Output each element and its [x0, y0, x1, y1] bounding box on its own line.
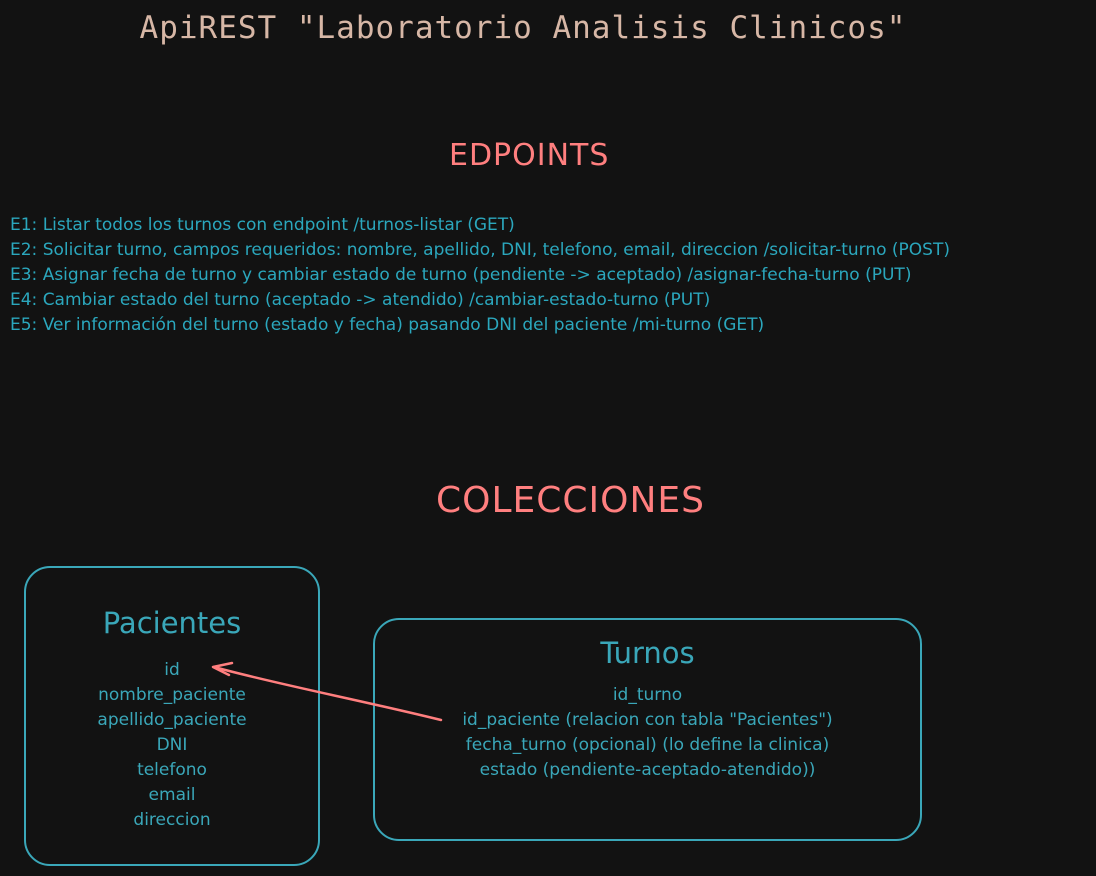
pacientes-title: Pacientes [102, 606, 242, 640]
turnos-field-id-turno: id_turno [612, 685, 683, 705]
pacientes-field-dni: DNI [156, 735, 188, 755]
pacientes-collection-box: Pacientes id nombre_paciente apellido_pa… [24, 566, 320, 866]
endpoint-item-e3: E3: Asignar fecha de turno y cambiar est… [10, 265, 912, 285]
endpoints-heading: EDPOINTS [449, 138, 610, 173]
endpoint-item-e4: E4: Cambiar estado del turno (aceptado -… [10, 290, 711, 310]
endpoint-item-e2: E2: Solicitar turno, campos requeridos: … [10, 240, 950, 260]
pacientes-field-email: email [148, 785, 196, 805]
pacientes-field-direccion: direccion [133, 810, 211, 830]
collections-heading: COLECCIONES [436, 480, 706, 521]
endpoint-item-e1: E1: Listar todos los turnos con endpoint… [10, 215, 515, 235]
turnos-field-estado: estado (pendiente-aceptado-atendido)) [479, 760, 816, 780]
page-title: ApiREST "Laboratorio Analisis Clinicos" [0, 10, 1096, 46]
pacientes-field-telefono: telefono [137, 760, 207, 780]
pacientes-field-id: id [164, 660, 180, 680]
turnos-field-fecha-turno: fecha_turno (opcional) (lo define la cli… [465, 735, 830, 755]
endpoints-list: E1: Listar todos los turnos con endpoint… [10, 213, 950, 338]
turnos-title: Turnos [600, 636, 695, 670]
pacientes-field-nombre: nombre_paciente [98, 685, 246, 705]
pacientes-fields: id nombre_paciente apellido_paciente DNI… [26, 658, 318, 833]
pacientes-field-apellido: apellido_paciente [97, 710, 247, 730]
turnos-field-id-paciente: id_paciente (relacion con tabla "Pacient… [462, 710, 833, 730]
turnos-collection-box: Turnos id_turno id_paciente (relacion co… [373, 618, 922, 841]
page-title-text: ApiREST "Laboratorio Analisis Clinicos" [139, 10, 907, 46]
turnos-fields: id_turno id_paciente (relacion con tabla… [375, 683, 920, 783]
endpoint-item-e5: E5: Ver información del turno (estado y … [10, 315, 765, 335]
